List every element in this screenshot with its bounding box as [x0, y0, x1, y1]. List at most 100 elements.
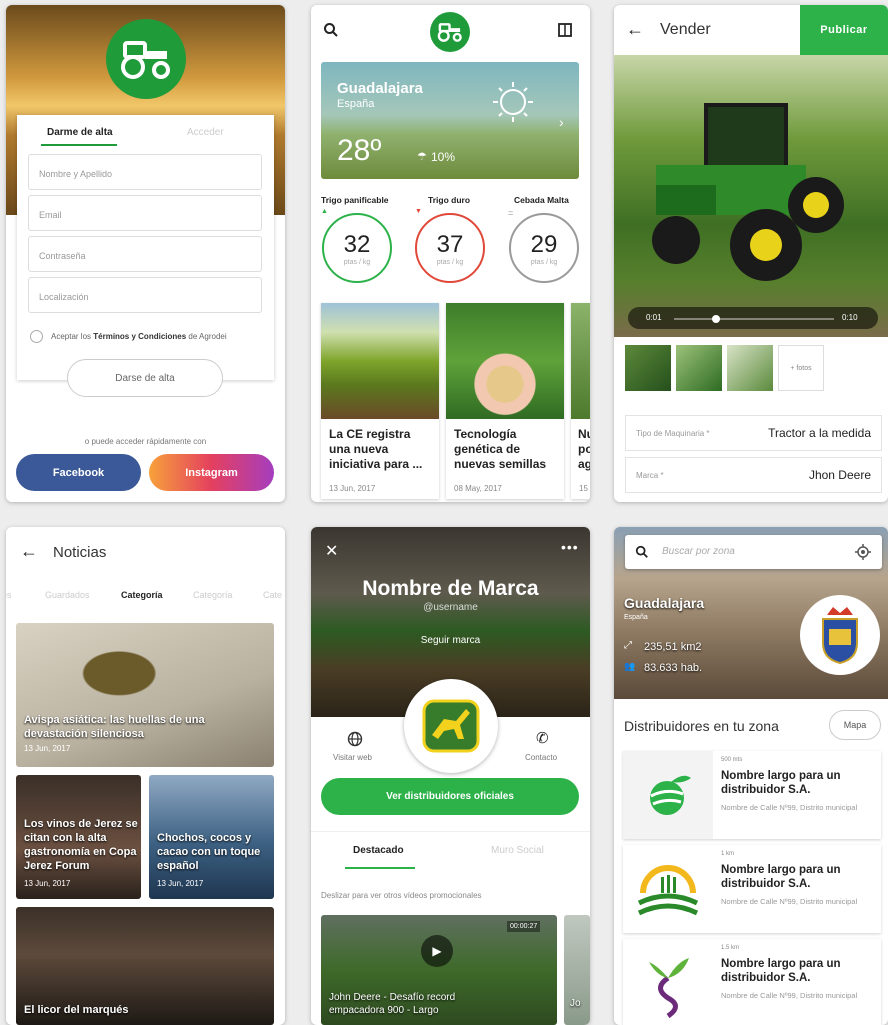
locate-icon[interactable] [855, 544, 871, 560]
news-date: 13 Jun, 2017 [329, 484, 376, 493]
tab-category[interactable]: Categoría [193, 590, 233, 600]
coat-of-arms-icon [822, 607, 858, 665]
people-icon: 👥 [624, 661, 636, 671]
distributor-address: Nombre de Calle Nº99, Distrito municipal [721, 803, 858, 812]
row-value: Tractor a la medida [768, 426, 871, 440]
brand-username: @username [423, 602, 478, 613]
distributor-card[interactable]: 500 mts Nombre largo para un distribuido… [623, 751, 881, 839]
news-tile[interactable]: Chochos, cocos y cacao con un toque espa… [149, 775, 274, 899]
vine-icon [649, 958, 689, 1018]
weather-country: España [337, 98, 375, 110]
news-card[interactable]: Tecnología genética de nuevas semillas 0… [446, 303, 564, 499]
distributor-address: Nombre de Calle Nº99, Distrito municipal [721, 991, 858, 1000]
machine-type-row[interactable]: Tipo de Maquinaria * Tractor a la medida [625, 415, 882, 451]
news-tile[interactable]: El licor del marqués [16, 907, 274, 1025]
book-icon[interactable] [557, 22, 573, 38]
gauge-unit: ptas / kg [436, 258, 464, 266]
umbrella-icon: ☂ [417, 151, 427, 163]
price-gauge-1[interactable]: 32 ptas / kg [322, 213, 392, 283]
gauge-value: 32 [343, 230, 371, 258]
gauge-unit: ptas / kg [343, 258, 371, 266]
section-title: Distribuidores en tu zona [624, 718, 779, 734]
facebook-button[interactable]: Facebook [16, 454, 141, 491]
deer-logo-icon [422, 699, 480, 753]
video-progress-track[interactable] [674, 318, 834, 320]
photo-thumb[interactable] [676, 345, 722, 391]
phone-icon[interactable]: ✆ [536, 729, 549, 747]
tab-category-active[interactable]: Categoría [121, 590, 163, 600]
email-field[interactable]: Email [28, 195, 262, 231]
view-distributors-button[interactable]: Ver distribuidores oficiales [321, 778, 579, 815]
tab-login[interactable]: Acceder [187, 127, 224, 138]
trend-down-icon: ▼ [415, 208, 422, 215]
tab-social-wall[interactable]: Muro Social [491, 845, 544, 856]
terms-checkbox[interactable] [30, 330, 43, 343]
tab-partial-right[interactable]: Cate [263, 590, 282, 600]
city-coat-of-arms [800, 595, 880, 675]
video-time-start: 0:01 [646, 313, 662, 322]
news-tile[interactable]: Los vinos de Jerez se citan con la alta … [16, 775, 141, 899]
password-field[interactable]: Contraseña [28, 236, 262, 272]
video-card[interactable]: ▶ 00:00:27 John Deere - Desafío record e… [321, 915, 557, 1025]
more-icon[interactable]: ••• [561, 539, 579, 555]
publish-button[interactable]: Publicar [800, 5, 888, 55]
brand-row[interactable]: Marca * Jhon Deere [625, 457, 882, 493]
tractor-icon [437, 23, 462, 42]
video-progress-knob[interactable] [711, 315, 720, 323]
gauge-value: 37 [436, 230, 464, 258]
video-card-partial[interactable]: Jo [564, 915, 590, 1025]
instagram-button[interactable]: Instagram [149, 454, 274, 491]
map-button[interactable]: Mapa [829, 710, 881, 740]
location-field[interactable]: Localización [28, 277, 262, 313]
photo-thumb[interactable] [625, 345, 671, 391]
price-gauge-2[interactable]: 37 ptas / kg [415, 213, 485, 283]
contact-link[interactable]: Contacto [525, 753, 557, 762]
video-title: John Deere - Desafío record empacadora 9… [329, 992, 456, 1016]
zone-search-bar[interactable]: Buscar por zona [625, 535, 882, 569]
tab-partial-left[interactable]: les [6, 590, 12, 600]
play-icon[interactable]: ▶ [421, 935, 453, 967]
news-tile-featured[interactable]: Avispa asiática: las huellas de una deva… [16, 623, 274, 767]
leaf-globe-icon [650, 775, 691, 815]
zone-screen: Buscar por zona Guadalajara España ⤢ 235… [614, 527, 888, 1025]
tractor-video[interactable]: 0:01 0:10 [614, 55, 888, 337]
tab-saved[interactable]: Guardados [45, 590, 90, 600]
back-arrow-icon[interactable]: ← [20, 541, 38, 562]
close-icon[interactable]: ✕ [325, 541, 338, 561]
price-gauge-3[interactable]: 29 ptas / kg [509, 213, 579, 283]
news-tile-title: El licor del marqués [24, 1004, 129, 1016]
back-arrow-icon[interactable]: ← [626, 19, 644, 40]
news-tile-title: Los vinos de Jerez se citan con la alta … [24, 818, 138, 872]
tab-featured[interactable]: Destacado [353, 845, 404, 856]
name-field[interactable]: Nombre y Apellido [28, 154, 262, 190]
news-card[interactable]: La CE registra una nueva iniciativa para… [321, 303, 439, 499]
news-title-header: Noticias [53, 544, 107, 561]
news-date: 08 May, 2017 [454, 484, 502, 493]
terms-link[interactable]: Términos y Condiciones [93, 332, 186, 341]
terms-text: Aceptar los Términos y Condiciones de Ag… [51, 332, 227, 341]
follow-brand-button[interactable]: Seguir marca [311, 635, 590, 646]
news-tile-date: 13 Jun, 2017 [157, 879, 204, 888]
search-icon[interactable] [323, 22, 339, 38]
more-photos-button[interactable]: + fotos [778, 345, 824, 391]
gauge-unit: ptas / kg [530, 258, 558, 266]
zone-city: Guadalajara [624, 595, 705, 611]
weather-card[interactable]: Guadalajara España › 28º ☂ 10% [321, 62, 579, 179]
sell-title: Vender [660, 21, 711, 38]
globe-icon[interactable] [347, 731, 363, 747]
photo-thumb[interactable] [727, 345, 773, 391]
distributor-name: Nombre largo para un distribuidor S.A. [721, 864, 841, 890]
chevron-right-icon[interactable]: › [559, 114, 564, 130]
visit-web-link[interactable]: Visitar web [333, 753, 372, 762]
news-tile-date: 13 Jun, 2017 [24, 879, 71, 888]
news-image-seeds [446, 303, 564, 419]
distributor-card[interactable]: 1.5 km Nombre largo para un distribuidor… [623, 939, 881, 1025]
weather-temp: 28º [337, 134, 382, 167]
distributor-card[interactable]: 1 km Nombre largo para un distribuidor S… [623, 845, 881, 933]
distributor-address: Nombre de Calle Nº99, Distrito municipal [721, 897, 858, 906]
news-card[interactable]: Nu po ag 15 [571, 303, 590, 499]
signup-button[interactable]: Darse de alta [67, 359, 223, 397]
search-icon [635, 545, 648, 558]
row-key: Marca * [636, 470, 664, 480]
tab-signup[interactable]: Darme de alta [47, 127, 113, 138]
